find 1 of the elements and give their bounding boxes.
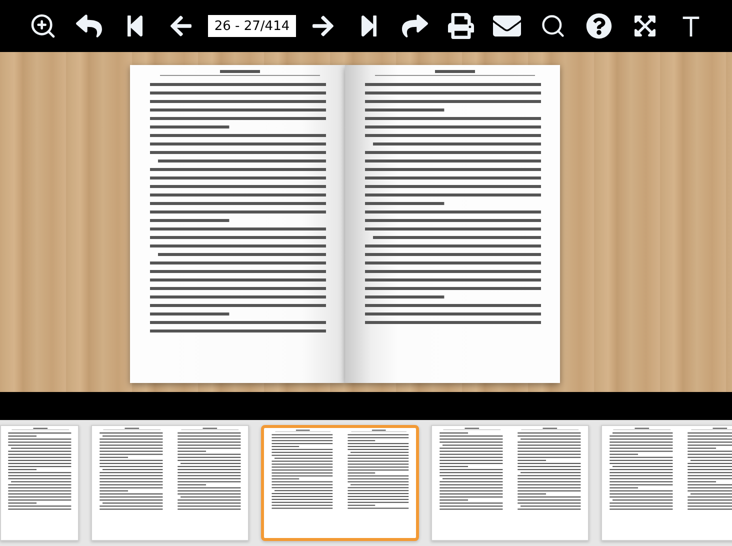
page-number-field[interactable]: 26 - 27/414 [208, 15, 296, 37]
